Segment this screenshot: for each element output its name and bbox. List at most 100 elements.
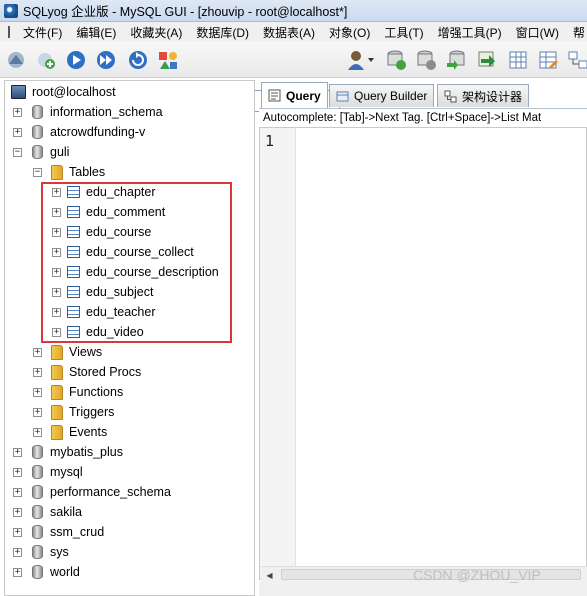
database-icon [32,565,43,579]
tree-folder-tables[interactable]: − Tables [33,162,105,182]
database-plus-icon [387,50,406,70]
refresh-button[interactable] [126,48,150,72]
tree-folder[interactable]: + Stored Procs [33,362,141,382]
folder-icon [51,384,63,400]
tree-folder[interactable]: + Events [33,422,107,442]
folder-icon [51,164,63,180]
result-pane-edge [259,582,587,596]
tab-label: 架构设计器 [462,89,523,104]
table-data-button[interactable] [506,48,530,72]
expand-icon[interactable]: + [33,407,42,417]
expand-icon[interactable]: + [13,567,22,577]
fast-forward-icon [97,51,115,69]
sql-editor[interactable]: 1 [259,127,587,580]
line-number-gutter: 1 [260,128,296,579]
user-icon [348,51,374,70]
grid-icon [509,51,527,69]
database-label: sys [50,545,69,559]
tree-database[interactable]: + world [13,562,80,582]
backup-database-button[interactable] [414,48,438,72]
tab-query[interactable]: Query [261,82,328,108]
collapse-icon[interactable]: − [13,147,22,157]
schema-sync-button[interactable] [156,48,180,72]
execute-all-button[interactable] [94,48,118,72]
schema-designer-button[interactable] [566,48,587,72]
tree-database[interactable]: + sys [13,542,69,562]
expand-icon[interactable]: + [33,367,42,377]
expand-icon[interactable]: + [13,127,22,137]
menu-tools[interactable]: 工具(T) [377,24,430,41]
expand-icon[interactable]: + [13,547,22,557]
expand-icon[interactable]: + [13,507,22,517]
connect-icon [8,52,24,68]
menu-table[interactable]: 数据表(A) [256,24,322,41]
shapes-icon [159,52,177,69]
menu-file[interactable]: 文件(F) [16,24,69,41]
menu-favorites[interactable]: 收藏夹(A) [123,24,189,41]
sqlyog-app-icon [4,3,18,18]
expand-icon[interactable]: + [13,467,22,477]
tree-database[interactable]: + ssm_crud [13,522,104,542]
play-icon [67,51,85,69]
database-label: ssm_crud [50,525,105,539]
menu-edit[interactable]: 编辑(E) [69,24,123,41]
tree-folder[interactable]: + Triggers [33,402,114,422]
schema-icon [568,51,587,69]
query-builder-icon [336,91,349,101]
table-properties-button[interactable] [536,48,560,72]
execute-query-button[interactable] [64,48,88,72]
menu-help[interactable]: 帮 [566,24,587,41]
new-query-button[interactable] [34,48,58,72]
folder-icon [51,404,63,420]
expand-icon[interactable]: + [33,347,42,357]
export-arrow-icon [478,51,495,67]
tree-database-guli[interactable]: − guli [13,142,69,162]
database-label: guli [50,145,70,159]
collapse-icon[interactable]: − [33,167,42,177]
tree-host[interactable]: root@localhost [11,82,116,102]
folder-label: Tables [69,165,106,179]
window-system-icon[interactable] [8,26,10,38]
database-label: sakila [50,505,82,519]
menu-window[interactable]: 窗口(W) [509,24,566,41]
tab-schema-designer[interactable]: 架构设计器 [437,84,530,107]
create-database-button[interactable] [384,48,408,72]
expand-icon[interactable]: + [13,447,22,457]
tab-query-builder[interactable]: Query Builder [329,84,435,107]
database-icon [32,125,43,139]
window-title: SQLyog 企业版 - MySQL GUI - [zhouvip - root… [23,5,348,19]
tree-database[interactable]: + information_schema [13,102,163,122]
user-manager-button[interactable] [344,48,378,72]
tree-database[interactable]: + mybatis_plus [13,442,123,462]
menu-objects[interactable]: 对象(O) [322,24,377,41]
refresh-icon [129,51,147,69]
menu-powertools[interactable]: 增强工具(P) [431,24,509,41]
tree-database[interactable]: + performance_schema [13,482,171,502]
table-edit-icon [539,51,558,69]
expand-icon[interactable]: + [13,107,22,117]
database-label: atcrowdfunding-v [50,125,146,139]
database-icon [32,505,43,519]
expand-icon[interactable]: + [33,427,42,437]
tree-folder[interactable]: + Functions [33,382,123,402]
database-icon [32,485,43,499]
export-button[interactable] [474,48,498,72]
database-copy-icon [417,50,436,70]
tree-folder[interactable]: + Views [33,342,102,362]
tree-database[interactable]: + sakila [13,502,82,522]
server-icon [11,85,26,99]
toolbar: guli ▼ [0,42,587,112]
expand-icon[interactable]: + [13,487,22,497]
expand-icon[interactable]: + [33,387,42,397]
database-icon [32,465,43,479]
new-connection-button[interactable] [4,48,28,72]
query-tabs: Query Query Builder 架构设计器 [259,82,587,108]
scroll-left-icon[interactable]: ◀ [263,569,276,581]
menu-database[interactable]: 数据库(D) [189,24,256,41]
host-label: root@localhost [32,85,116,99]
expand-icon[interactable]: + [13,527,22,537]
tree-database[interactable]: + mysql [13,462,83,482]
tree-database[interactable]: + atcrowdfunding-v [13,122,145,142]
import-button[interactable] [444,48,468,72]
tab-label: Query [286,88,321,103]
